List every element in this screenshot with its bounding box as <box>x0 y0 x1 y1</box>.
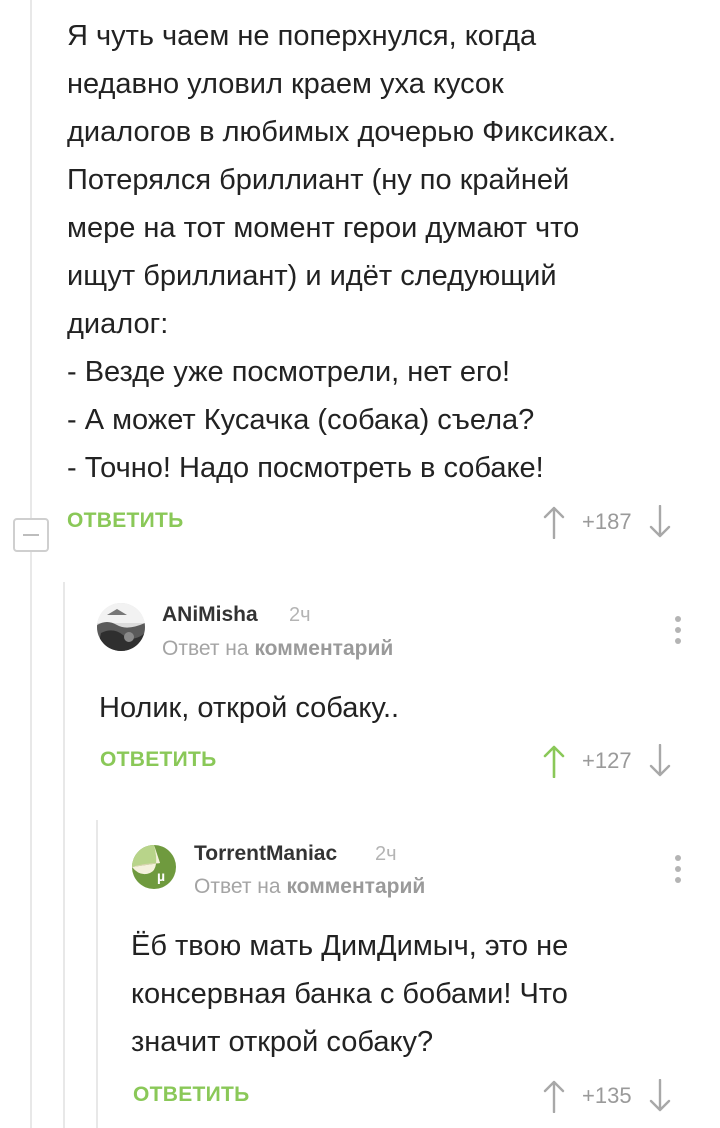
thread-line-reply-1 <box>63 582 65 1128</box>
reply-to-line: Ответ на комментарий <box>162 637 393 661</box>
rating-value: +187 <box>582 509 632 534</box>
thread-line-root-lower <box>30 552 32 1128</box>
comment-line: ищут бриллиант) и идёт следующий <box>67 260 557 292</box>
comment-time: 2ч <box>375 843 397 865</box>
more-vertical-icon <box>675 855 681 861</box>
comment-line: Нолик, открой собаку.. <box>99 692 400 724</box>
upvote-button[interactable] <box>540 502 568 542</box>
comment-line: - Везде уже посмотрели, нет его! <box>67 356 511 388</box>
comment-line: диалогов в любимых дочерью Фиксиках. <box>67 116 617 148</box>
thread-line-reply-2 <box>96 820 98 1128</box>
root-comment-text: Я чуть чаем не поперхнулся, когда недавн… <box>67 12 616 492</box>
avatar[interactable] <box>97 603 145 651</box>
collapse-minus-icon <box>23 534 39 536</box>
reply-to-link[interactable]: комментарий <box>286 875 425 898</box>
more-options-button[interactable] <box>668 610 688 650</box>
comment-time: 2ч <box>289 604 311 626</box>
downvote-button[interactable] <box>646 741 674 781</box>
arrow-up-icon <box>543 745 565 778</box>
comment-line: диалог: <box>67 308 169 340</box>
upvote-button[interactable] <box>540 1076 568 1116</box>
comment-line: консервная банка с бобами! Что <box>131 978 568 1010</box>
reply-to-prefix: Ответ на <box>194 875 281 898</box>
reply-1-text: Нолик, открой собаку.. <box>99 684 399 732</box>
avatar[interactable]: µ <box>130 843 178 891</box>
reply-2-text: Ёб твою мать ДимДимыч, это не консервная… <box>131 922 568 1066</box>
arrow-down-icon <box>649 505 670 538</box>
root-reply-button[interactable]: ОТВЕТИТЬ <box>67 509 184 533</box>
arrow-down-icon <box>649 744 670 777</box>
reply-1-reply-button[interactable]: ОТВЕТИТЬ <box>100 748 217 772</box>
upvote-button[interactable] <box>540 741 568 781</box>
avatar-peeling-sticker: µ <box>130 843 178 891</box>
reply-to-line: Ответ на комментарий <box>194 875 425 899</box>
reply-1-rating-group: +127 <box>540 741 674 781</box>
comment-line: Я чуть чаем не поперхнулся, когда <box>67 20 537 52</box>
reply-to-prefix: Ответ на <box>162 637 249 660</box>
comment-line: мере на тот момент герои думают что <box>67 212 580 244</box>
rating-value: +127 <box>582 748 632 773</box>
comment-line: - Точно! Надо посмотреть в собаке! <box>67 452 544 484</box>
rating-value: +135 <box>582 1083 632 1108</box>
comment-line: значит открой собаку? <box>131 1026 434 1058</box>
thread-line-root <box>30 0 32 518</box>
collapse-thread-button[interactable] <box>13 518 49 552</box>
comment-line: недавно уловил краем уха кусок <box>67 68 504 100</box>
comment-line: Ёб твою мать ДимДимыч, это не <box>131 930 569 962</box>
arrow-down-icon <box>649 1079 670 1112</box>
reply-2-reply-button[interactable]: ОТВЕТИТЬ <box>133 1083 250 1107</box>
comment-line: Потерялся бриллиант (ну по крайней <box>67 164 570 196</box>
author-name[interactable]: TorrentManiac <box>194 842 337 866</box>
author-name[interactable]: ANiMisha <box>162 603 258 627</box>
more-vertical-icon <box>675 616 681 622</box>
svg-text:µ: µ <box>157 868 165 884</box>
root-rating-group: +187 <box>540 502 674 542</box>
comment-line: - А может Кусачка (собака) съела? <box>67 404 535 436</box>
arrow-up-icon <box>543 1080 565 1113</box>
downvote-button[interactable] <box>646 1076 674 1116</box>
avatar-photo <box>97 603 145 651</box>
downvote-button[interactable] <box>646 502 674 542</box>
more-options-button[interactable] <box>668 849 688 889</box>
reply-2-rating-group: +135 <box>540 1076 674 1116</box>
arrow-up-icon <box>543 506 565 539</box>
reply-to-link[interactable]: комментарий <box>254 637 393 660</box>
